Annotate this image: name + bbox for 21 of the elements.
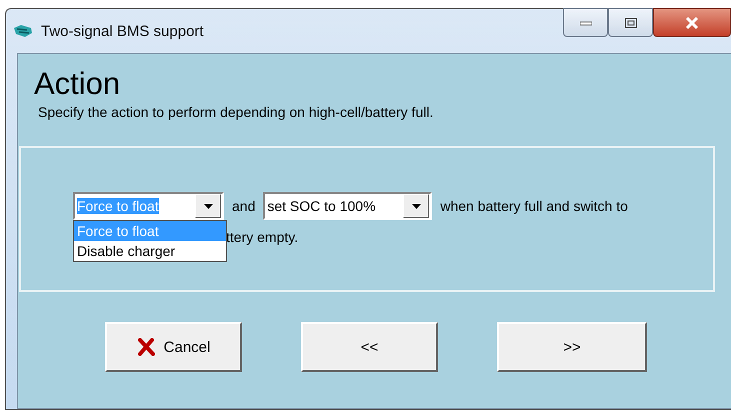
dropdown-option[interactable]: Disable charger: [74, 241, 226, 261]
nav-button[interactable]: >>: [497, 322, 647, 372]
cancel-button[interactable]: Cancel: [105, 322, 242, 372]
dropdown-value: set SOC to 100%: [267, 198, 377, 214]
page-description: Specify the action to perform depending on high-cell/battery full.: [38, 104, 434, 120]
close-icon: [685, 16, 699, 28]
sentence-text: ttery empty.: [226, 229, 298, 245]
page-heading: Action: [34, 66, 122, 102]
minimize-icon: [580, 20, 592, 26]
minimize-button[interactable]: [563, 8, 608, 37]
dropdown-value: Force to float: [77, 198, 159, 214]
window-title: Two-signal BMS support: [41, 22, 204, 40]
close-button[interactable]: [653, 8, 731, 37]
joiner-text: and: [232, 198, 256, 214]
cross-icon: [136, 338, 155, 356]
maximize-icon: [624, 18, 636, 28]
nav-button[interactable]: <<: [301, 322, 438, 372]
soc-dropdown[interactable]: set SOC to 100%: [263, 192, 432, 220]
sentence-text: when battery full and switch to: [440, 198, 628, 214]
maximize-button[interactable]: [608, 8, 653, 37]
app-icon: [13, 24, 33, 38]
